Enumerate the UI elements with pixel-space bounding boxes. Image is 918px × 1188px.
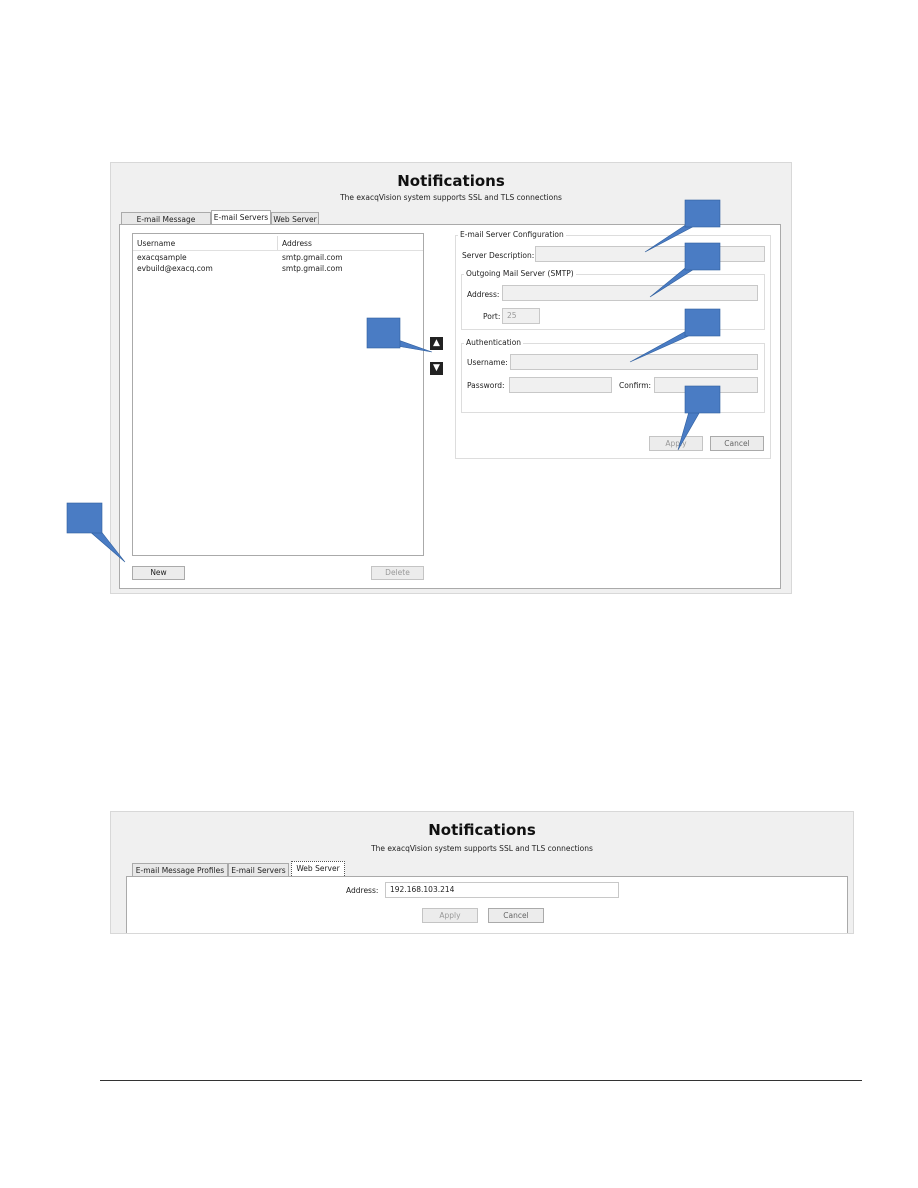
address-label: Address: (346, 886, 379, 895)
tab-panel: Address: 192.168.103.214 Apply Cancel (126, 876, 848, 933)
callout-box (684, 308, 721, 337)
window-subtitle: The exacqVision system supports SSL and … (371, 844, 593, 853)
callout-pointer (677, 407, 703, 451)
cancel-button[interactable]: Cancel (488, 908, 544, 923)
callout-box (366, 317, 401, 349)
callout-box (684, 199, 721, 228)
window-title: Notifications (428, 821, 536, 839)
callout-box (66, 502, 103, 534)
tab-email-servers[interactable]: E-mail Servers (228, 863, 289, 876)
tab-web-server[interactable]: Web Server (291, 861, 345, 876)
tab-email-message-profiles[interactable]: E-mail Message Profiles (132, 863, 228, 876)
footer-rule (100, 1080, 862, 1081)
callout-box (684, 242, 721, 271)
web-server-screenshot: Notifications The exacqVision system sup… (110, 811, 854, 934)
apply-button[interactable]: Apply (422, 908, 478, 923)
callout-box (684, 385, 721, 414)
callout-pointer (87, 529, 126, 563)
web-server-address-input[interactable]: 192.168.103.214 (385, 882, 619, 898)
document-page: Notifications The exacqVision system sup… (0, 0, 918, 1188)
callout-overlay (66, 199, 721, 563)
